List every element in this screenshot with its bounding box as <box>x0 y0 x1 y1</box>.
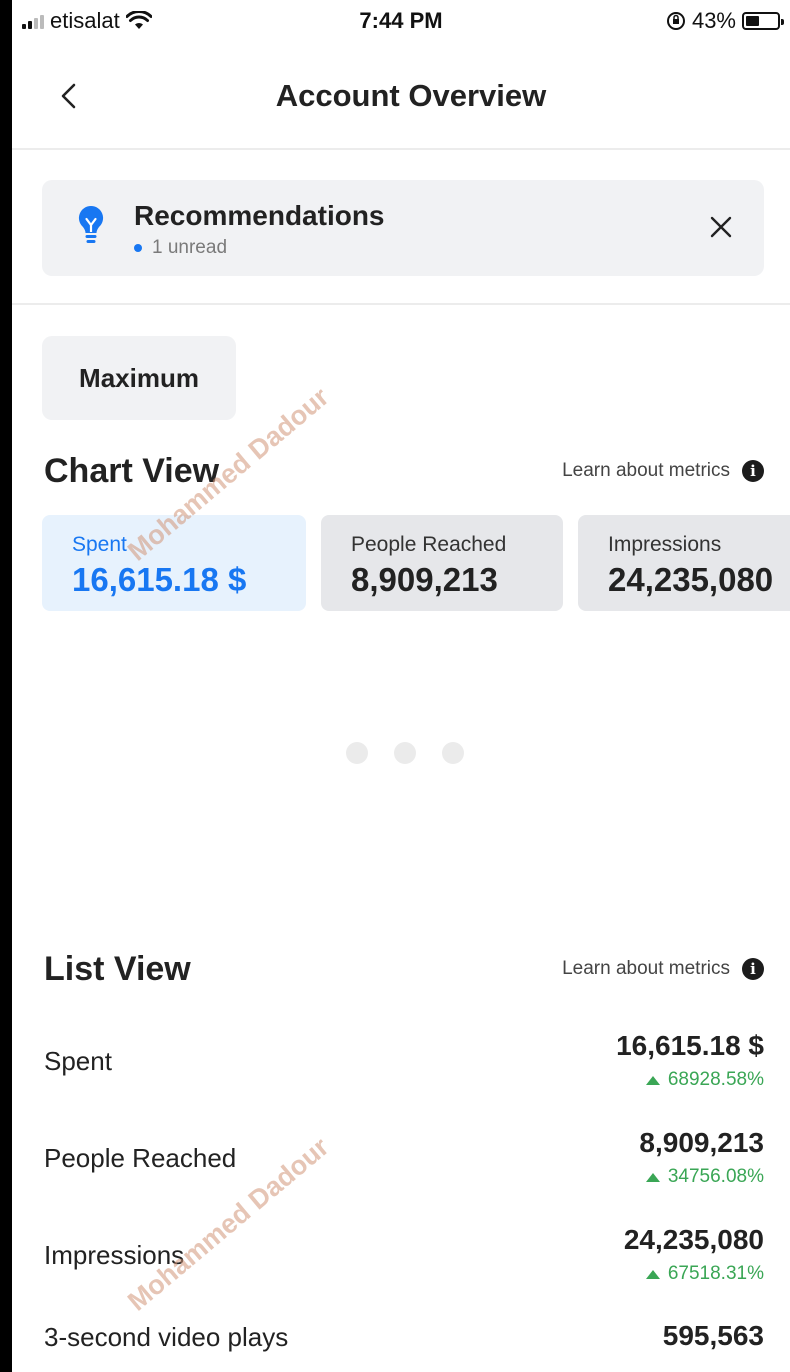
list-learn-metrics-label: Learn about metrics <box>562 958 730 979</box>
list-view-title: List View <box>44 950 191 988</box>
info-icon: i <box>742 958 764 980</box>
loading-dot <box>346 742 368 764</box>
status-bar: etisalat 7:44 PM 43% <box>12 0 790 40</box>
unread-dot-icon <box>134 244 142 252</box>
metric-tile-spent[interactable]: Spent 16,615.18 $ <box>42 515 306 611</box>
close-icon[interactable] <box>704 210 738 244</box>
lightbulb-icon <box>78 205 104 243</box>
section-divider <box>12 303 790 305</box>
recommendations-card[interactable]: Recommendations 1 unread <box>42 180 764 276</box>
metric-tile-label: Impressions <box>608 533 722 556</box>
list-row-label: People Reached <box>44 1143 237 1173</box>
battery-icon <box>742 12 784 30</box>
list-row-label: 3-second video plays <box>44 1322 289 1352</box>
top-nav: Account Overview <box>12 50 790 150</box>
metric-tile-value: 16,615.18 $ <box>72 561 247 598</box>
list-row-change-value: 68928.58% <box>667 1069 764 1090</box>
list-row-value: 595,563 <box>662 1320 764 1351</box>
chart-learn-metrics-link[interactable]: Learn about metrics i <box>562 460 764 482</box>
app-screen: etisalat 7:44 PM 43% Account Overview Re… <box>12 0 790 1372</box>
list-row-change-value: 34756.08% <box>667 1166 764 1187</box>
list-row-change-value: 67518.31% <box>667 1263 764 1284</box>
chart-loading-indicator <box>346 742 464 764</box>
info-icon: i <box>742 460 764 482</box>
up-arrow-icon <box>645 1172 660 1182</box>
list-row-change: 67518.31% <box>645 1263 764 1285</box>
chart-learn-metrics-label: Learn about metrics <box>562 460 730 481</box>
chart-view-title: Chart View <box>44 452 220 490</box>
recommendations-title: Recommendations <box>134 200 385 231</box>
list-row-change: 34756.08% <box>645 1166 764 1188</box>
list-row-label: Spent <box>44 1046 112 1076</box>
unread-count: 1 unread <box>152 237 228 258</box>
orientation-lock-icon <box>666 12 685 30</box>
list-row-label: Impressions <box>44 1240 185 1270</box>
date-range-button[interactable]: Maximum <box>42 336 236 420</box>
metric-tile-value: 24,235,080 <box>608 561 774 598</box>
unread-indicator: 1 unread <box>134 237 227 259</box>
up-arrow-icon <box>645 1269 660 1279</box>
loading-dot <box>442 742 464 764</box>
list-row-value: 8,909,213 <box>639 1127 764 1158</box>
metric-tile-value: 8,909,213 <box>351 561 498 598</box>
up-arrow-icon <box>645 1075 660 1085</box>
status-right: 43% <box>666 8 784 34</box>
metric-tile-people-reached[interactable]: People Reached 8,909,213 <box>321 515 563 611</box>
list-row-change: 68928.58% <box>645 1069 764 1091</box>
metric-tile-label: People Reached <box>351 533 507 556</box>
list-row-value: 16,615.18 $ <box>616 1030 764 1061</box>
metric-tile-impressions[interactable]: Impressions 24,235,080 <box>578 515 790 611</box>
list-learn-metrics-link[interactable]: Learn about metrics i <box>562 958 764 980</box>
battery-fill <box>746 16 759 26</box>
battery-percent: 43% <box>691 8 736 33</box>
list-row-value: 24,235,080 <box>623 1224 764 1255</box>
page-title: Account Overview <box>275 78 547 113</box>
loading-dot <box>394 742 416 764</box>
metric-tile-label: Spent <box>72 533 127 556</box>
